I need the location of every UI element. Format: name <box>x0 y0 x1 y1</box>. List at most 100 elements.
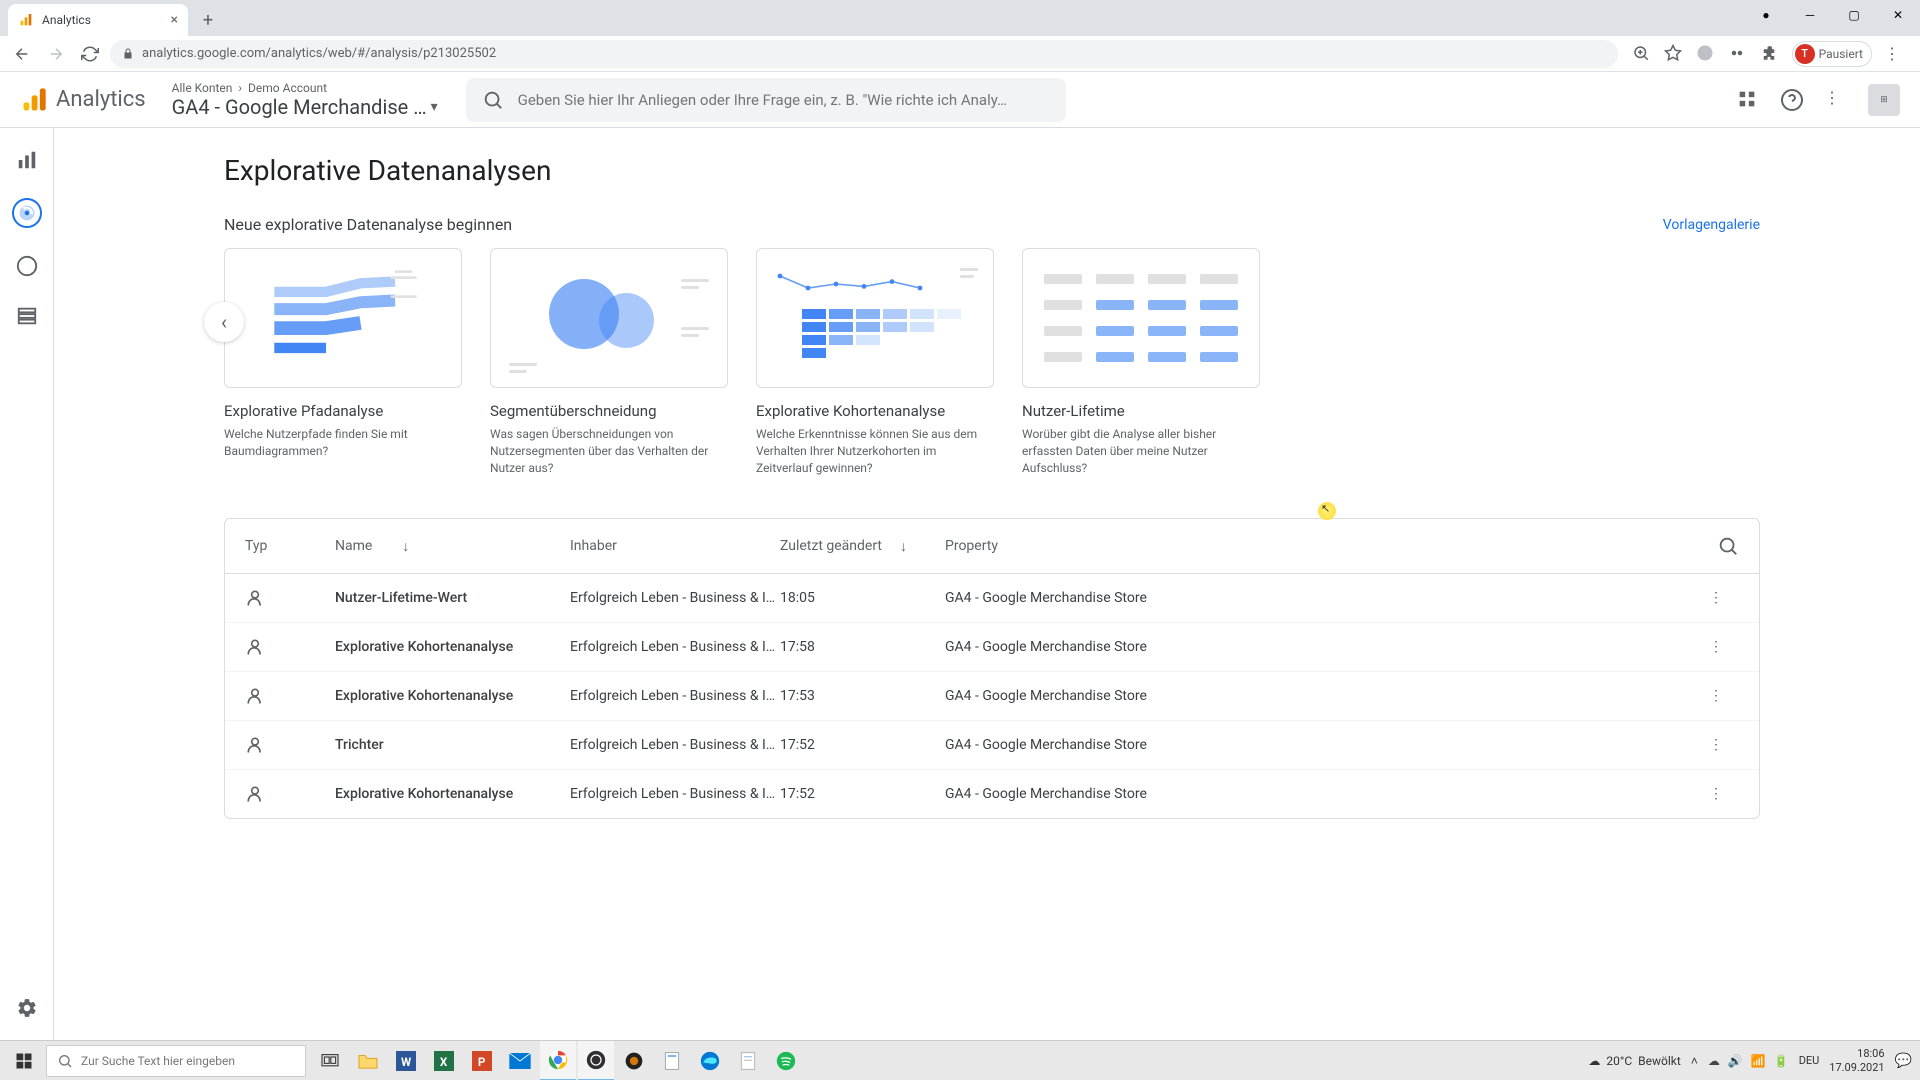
row-property: GA4 - Google Merchandise Store <box>945 737 1195 753</box>
notification-icon[interactable]: 💬 <box>1895 1053 1912 1069</box>
table-row[interactable]: Explorative Kohortenanalyse Erfolgreich … <box>225 770 1759 818</box>
row-modified: 17:52 <box>780 786 945 802</box>
template-gallery-link[interactable]: Vorlagengalerie <box>1663 217 1760 233</box>
chrome-icon[interactable] <box>540 1041 576 1080</box>
row-property: GA4 - Google Merchandise Store <box>945 639 1195 655</box>
mail-icon[interactable] <box>502 1041 538 1080</box>
account-avatar-icon[interactable]: ⊞ <box>1868 84 1900 116</box>
table-row[interactable]: Explorative Kohortenanalyse Erfolgreich … <box>225 623 1759 672</box>
address-bar[interactable]: analytics.google.com/analytics/web/#/ana… <box>110 40 1618 68</box>
notepad-icon[interactable] <box>730 1041 766 1080</box>
row-menu-icon[interactable]: ⋮ <box>1709 786 1739 802</box>
row-owner: Erfolgreich Leben - Business & I… <box>570 737 780 753</box>
template-cohort-exploration[interactable]: Explorative Kohortenanalyse Welche Erken… <box>756 248 994 476</box>
template-desc: Was sagen Überschneidungen von Nutzerseg… <box>490 426 728 476</box>
row-owner: Erfolgreich Leben - Business & I… <box>570 688 780 704</box>
back-button[interactable] <box>8 40 36 68</box>
forward-button[interactable] <box>42 40 70 68</box>
table-row[interactable]: Explorative Kohortenanalyse Erfolgreich … <box>225 672 1759 721</box>
close-tab-icon[interactable]: × <box>171 12 178 28</box>
template-title: Explorative Kohortenanalyse <box>756 402 994 420</box>
maximize-button[interactable]: ▢ <box>1832 0 1876 30</box>
weather-widget[interactable]: ☁ 20°C Bewölkt <box>1588 1054 1680 1068</box>
nav-explore-icon[interactable] <box>12 198 42 228</box>
template-user-lifetime[interactable]: Nutzer-Lifetime Worüber gibt die Analyse… <box>1022 248 1260 476</box>
app-icon[interactable] <box>616 1041 652 1080</box>
cursor-highlight <box>1318 502 1336 520</box>
col-property[interactable]: Property <box>945 538 1195 554</box>
nav-configure-icon[interactable] <box>15 304 39 328</box>
header-menu-icon[interactable]: ⋮ <box>1824 88 1848 112</box>
help-icon[interactable] <box>1780 88 1804 112</box>
search-input[interactable] <box>518 91 1050 109</box>
edge-icon[interactable] <box>692 1041 728 1080</box>
col-modified[interactable]: Zuletzt geändert↓ <box>780 538 945 555</box>
start-button[interactable] <box>4 1041 44 1080</box>
clock[interactable]: 18:06 17.09.2021 <box>1829 1047 1884 1073</box>
new-tab-button[interactable]: + <box>194 6 222 34</box>
battery-icon[interactable]: 🔋 <box>1774 1054 1789 1068</box>
spotify-icon[interactable] <box>768 1041 804 1080</box>
app-icon-2[interactable] <box>654 1041 690 1080</box>
template-title: Nutzer-Lifetime <box>1022 402 1260 420</box>
powerpoint-icon[interactable]: P <box>464 1041 500 1080</box>
col-owner[interactable]: Inhaber <box>570 538 780 554</box>
minimize-button[interactable]: ─ <box>1788 0 1832 30</box>
table-row[interactable]: Nutzer-Lifetime-Wert Erfolgreich Leben -… <box>225 574 1759 623</box>
breadcrumb: Alle Konten › Demo Account <box>172 81 438 95</box>
explorer-icon[interactable] <box>350 1041 386 1080</box>
task-view-icon[interactable] <box>312 1041 348 1080</box>
volume-icon[interactable]: 🔊 <box>1728 1054 1743 1068</box>
account-selector[interactable]: Alle Konten › Demo Account GA4 - Google … <box>172 81 438 119</box>
globe-icon[interactable] <box>1696 44 1716 64</box>
logo-text: Analytics <box>56 87 146 112</box>
analytics-logo-icon <box>20 86 48 114</box>
indicator-icon[interactable]: ● <box>1744 0 1788 30</box>
row-property: GA4 - Google Merchandise Store <box>945 786 1195 802</box>
star-icon[interactable] <box>1664 44 1684 64</box>
col-name[interactable]: Name↓ <box>335 538 570 555</box>
lock-icon <box>122 48 134 60</box>
analytics-logo[interactable]: Analytics <box>20 86 146 114</box>
table-row[interactable]: Trichter Erfolgreich Leben - Business & … <box>225 721 1759 770</box>
row-property: GA4 - Google Merchandise Store <box>945 688 1195 704</box>
browser-tab[interactable]: Analytics × <box>8 4 188 36</box>
windows-search[interactable]: Zur Suche Text hier eingeben <box>46 1045 306 1077</box>
table-search-icon[interactable] <box>1717 535 1739 557</box>
scroll-left-button[interactable]: ‹ <box>204 302 244 342</box>
search-box[interactable] <box>466 78 1066 122</box>
obs-icon[interactable] <box>578 1041 614 1080</box>
wifi-icon[interactable]: 📶 <box>1751 1054 1766 1068</box>
zoom-icon[interactable] <box>1632 44 1652 64</box>
template-path-exploration[interactable]: Explorative Pfadanalyse Welche Nutzerpfa… <box>224 248 462 476</box>
nav-settings-icon[interactable] <box>15 996 39 1020</box>
tray-expand-icon[interactable]: ˄ <box>1691 1054 1698 1068</box>
onedrive-icon[interactable]: ☁ <box>1708 1054 1720 1068</box>
template-segment-overlap[interactable]: Segmentüberschneidung Was sagen Überschn… <box>490 248 728 476</box>
row-menu-icon[interactable]: ⋮ <box>1709 688 1739 704</box>
excel-icon[interactable]: X <box>426 1041 462 1080</box>
nav-reports-icon[interactable] <box>15 148 39 172</box>
browser-toolbar: analytics.google.com/analytics/web/#/ana… <box>0 36 1920 72</box>
row-menu-icon[interactable]: ⋮ <box>1709 737 1739 753</box>
reload-button[interactable] <box>76 40 104 68</box>
language-indicator[interactable]: DEU <box>1799 1054 1820 1067</box>
main-content: Explorative Datenanalysen Neue explorati… <box>54 128 1920 1040</box>
col-type[interactable]: Typ <box>245 538 335 554</box>
weather-desc: Bewölkt <box>1638 1054 1681 1068</box>
row-menu-icon[interactable]: ⋮ <box>1709 639 1739 655</box>
apps-grid-icon[interactable] <box>1736 88 1760 112</box>
browser-menu-icon[interactable]: ⋮ <box>1884 44 1904 64</box>
nav-advertising-icon[interactable] <box>15 254 39 278</box>
row-owner: Erfolgreich Leben - Business & I… <box>570 639 780 655</box>
profile-chip[interactable]: T Pausiert <box>1792 41 1872 67</box>
puzzle-icon[interactable] <box>1760 44 1780 64</box>
row-menu-icon[interactable]: ⋮ <box>1709 590 1739 606</box>
cloud-icon: ☁ <box>1588 1054 1600 1068</box>
extension-icon[interactable] <box>1728 44 1748 64</box>
row-name: Nutzer-Lifetime-Wert <box>335 590 570 606</box>
close-window-button[interactable]: ✕ <box>1876 0 1920 30</box>
breadcrumb-root: Alle Konten <box>172 81 233 95</box>
template-title: Explorative Pfadanalyse <box>224 402 462 420</box>
word-icon[interactable]: W <box>388 1041 424 1080</box>
